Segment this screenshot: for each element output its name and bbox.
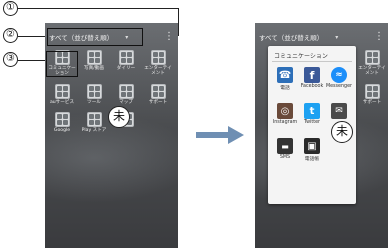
folder-badge-marker: 未 [108, 106, 130, 128]
app-group-label: Play ストア [81, 128, 107, 133]
app-list-header: すべて（並び替え順） ▾ ⋮ [259, 29, 384, 45]
callout-1-leader-drop [178, 8, 179, 36]
callout-1: ① [3, 1, 18, 16]
app-group-item[interactable]: エンターテイ メント [357, 50, 387, 77]
app-group-label: サポート [148, 100, 168, 105]
app-group-item[interactable]: Google [47, 112, 77, 133]
facebook-icon: f [304, 67, 320, 83]
app-group-label: ツール [87, 100, 101, 105]
overflow-menu-icon[interactable]: ⋮ [374, 32, 384, 42]
folder-icon [118, 84, 134, 99]
home-screen-before: すべて（並び替え順） ▾ ⋮ コミュニケー ション 写真/動画 ダイリー エンタ… [45, 23, 178, 248]
highlight-first-group [46, 51, 78, 77]
folder-icon [86, 50, 102, 65]
home-screen-after: すべて（並び替え順） ▾ ⋮ エンターテイ メント サポート コミュニケーション… [255, 23, 388, 248]
mail-icon: ✉ [331, 103, 347, 119]
folder-app-mail[interactable]: ✉ [325, 103, 353, 120]
app-group-label: エンターテイ メント [144, 66, 172, 77]
folder-app-label: 電話帳 [304, 157, 320, 162]
folder-icon [150, 84, 166, 99]
folder-app-phone[interactable]: ☎ 電話 [271, 67, 299, 91]
folder-icon [150, 50, 166, 65]
app-group-label: ダイリー [116, 66, 136, 71]
app-group-item[interactable]: エンターテイ メント [143, 50, 173, 77]
app-group-item[interactable]: auサービス [47, 84, 77, 105]
app-group-item[interactable]: サポート [143, 84, 173, 105]
app-group-item[interactable]: マップ [111, 84, 141, 105]
callout-2-leader [18, 36, 46, 37]
contacts-icon: ▣ [304, 138, 320, 154]
folder-icon [86, 84, 102, 99]
app-group-item[interactable]: 写真/動画 [79, 50, 109, 71]
folder-app-label: 電話 [280, 86, 290, 91]
messenger-icon: ≈ [331, 67, 347, 83]
callout-3-leader [18, 60, 46, 61]
folder-app-messenger[interactable]: ≈ Messenger [325, 67, 353, 89]
folder-icon [86, 112, 102, 127]
app-group-label: エンターテイ メント [358, 66, 386, 77]
phone-icon: ☎ [277, 67, 293, 83]
folder-divider [272, 61, 352, 62]
app-group-item[interactable]: Play ストア [79, 112, 109, 133]
chevron-down-icon[interactable]: ▾ [335, 34, 338, 41]
folder-icon [364, 50, 380, 65]
folder-icon [364, 84, 380, 99]
transition-arrow-icon [196, 126, 244, 144]
app-group-item[interactable]: サポート [357, 84, 387, 105]
overflow-menu-icon[interactable]: ⋮ [164, 32, 174, 42]
folder-app-label: Facebook [300, 84, 324, 89]
folder-app-label: Twitter [303, 120, 321, 125]
app-group-label: Google [53, 128, 71, 133]
folder-badge-marker: 未 [331, 121, 353, 143]
folder-app-twitter[interactable]: t Twitter [298, 103, 326, 125]
app-group-label: マップ [119, 100, 133, 105]
app-group-item[interactable]: ダイリー [111, 50, 141, 71]
callout-1-leader [18, 8, 178, 9]
folder-app-label: Instagram [272, 120, 298, 125]
folder-icon [54, 84, 70, 99]
callout-3: ③ [3, 52, 18, 67]
folder-icon [54, 112, 70, 127]
callout-2: ② [3, 28, 18, 43]
folder-app-facebook[interactable]: f Facebook [298, 67, 326, 89]
app-group-item[interactable]: ツール [79, 84, 109, 105]
folder-icon [118, 50, 134, 65]
folder-title: コミュニケーション [274, 53, 328, 60]
folder-app-contacts[interactable]: ▣ 電話帳 [298, 138, 326, 162]
folder-app-label: Messenger [325, 84, 353, 89]
highlight-sort-tab [47, 28, 143, 46]
sort-tab-title[interactable]: すべて（並び替え順） [259, 32, 323, 42]
instagram-icon: ◎ [277, 103, 293, 119]
app-group-label: 写真/動画 [84, 66, 104, 71]
folder-app-instagram[interactable]: ◎ Instagram [271, 103, 299, 125]
folder-app-label: SMS [279, 155, 291, 160]
app-group-label: サポート [362, 100, 382, 105]
app-group-label: auサービス [49, 100, 75, 105]
folder-app-sms[interactable]: ▬ SMS [271, 138, 299, 160]
twitter-icon: t [304, 103, 320, 119]
sms-icon: ▬ [277, 138, 293, 154]
